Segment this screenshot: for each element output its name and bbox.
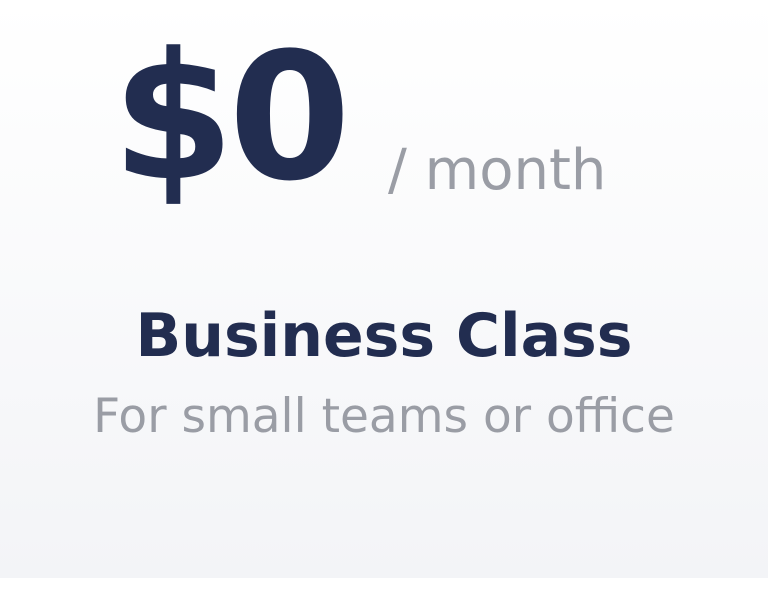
pricing-card: $0 / month Business Class For small team… <box>0 0 768 578</box>
plan-name: Business Class <box>135 301 633 371</box>
price-amount: $0 <box>112 15 351 220</box>
page-background-strip <box>0 578 768 614</box>
price-row: $0 / month <box>0 18 768 228</box>
plan-description: For small teams or office <box>93 389 675 444</box>
price-period: / month <box>388 138 607 203</box>
